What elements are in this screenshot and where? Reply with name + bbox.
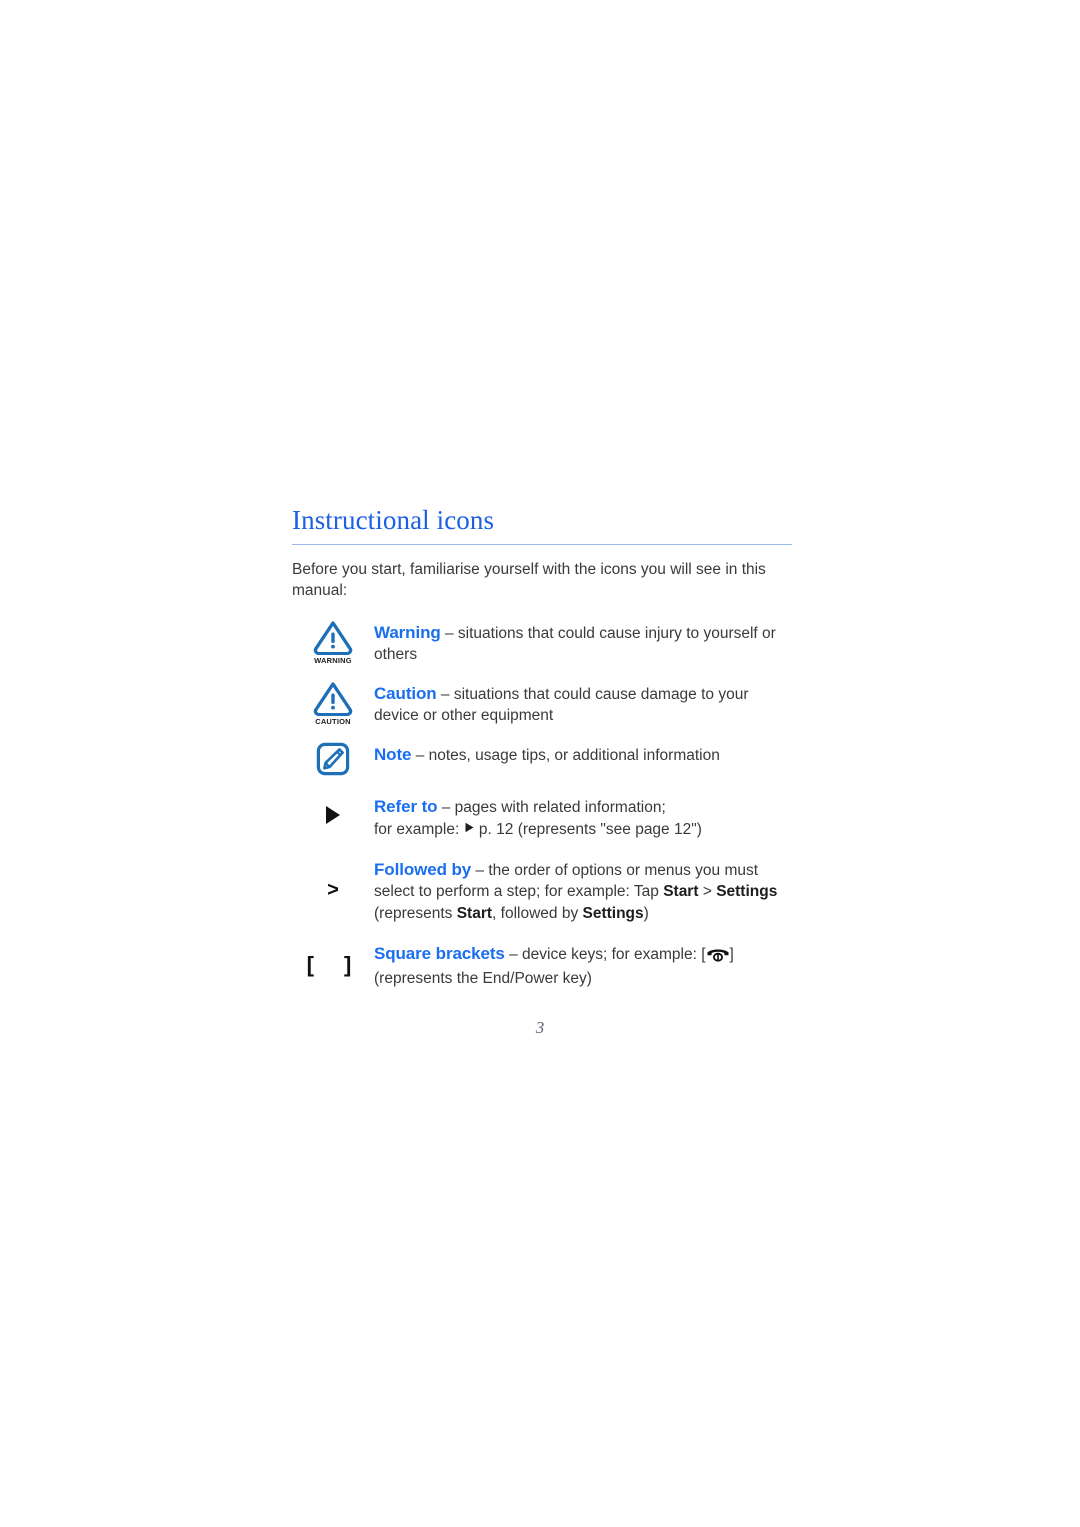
square-brackets-icon: [ ] xyxy=(306,951,364,977)
legend-row-warning: WARNING Warning – situations that could … xyxy=(292,620,792,665)
icon-cell-square-brackets: [ ] xyxy=(292,951,374,977)
dash-followed-by: – xyxy=(471,862,489,880)
followed-by-line2-prefix: select to perform a step; for example: T… xyxy=(374,883,664,901)
legend-row-refer-to: Refer to – pages with related informatio… xyxy=(292,794,792,840)
page-content: Instructional icons Before you start, fa… xyxy=(292,505,792,989)
title-divider xyxy=(292,544,792,546)
keyword-square-brackets: Square brackets xyxy=(374,943,505,963)
dash-caution: – xyxy=(436,685,454,703)
keyword-caution: Caution xyxy=(374,683,437,703)
followed-by-line3-suffix: ) xyxy=(643,904,649,922)
legend-row-square-brackets: [ ] Square brackets – device keys; for e… xyxy=(292,941,792,989)
description-square-brackets: device keys; for example: [ xyxy=(522,945,706,963)
play-triangle-icon xyxy=(323,804,343,831)
caution-triangle-icon: CAUTION xyxy=(313,681,353,726)
legend-text-followed-by: Followed by – the order of options or me… xyxy=(374,857,792,923)
followed-by-line3-bold-start: Start xyxy=(456,904,493,922)
dash-refer-to: – xyxy=(437,799,455,817)
dash-note: – xyxy=(411,747,429,765)
description-note: notes, usage tips, or additional informa… xyxy=(428,747,720,765)
keyword-followed-by: Followed by xyxy=(374,860,472,880)
refer-to-example-suffix: p. 12 (represents "see page 12") xyxy=(474,821,702,839)
dash-warning: – xyxy=(440,624,458,642)
icon-cell-warning: WARNING xyxy=(292,620,374,665)
keyword-refer-to: Refer to xyxy=(374,797,438,817)
note-pencil-icon xyxy=(316,742,350,776)
followed-by-line2-bold-start: Start xyxy=(663,883,699,901)
description-refer-to: pages with related information; xyxy=(454,799,666,817)
legend-text-note: Note – notes, usage tips, or additional … xyxy=(374,742,792,766)
followed-by-line3-prefix: (represents xyxy=(374,904,457,922)
warning-icon-label: WARNING xyxy=(314,655,352,665)
legend-text-refer-to: Refer to – pages with related informatio… xyxy=(374,794,792,840)
legend-row-note: Note – notes, usage tips, or additional … xyxy=(292,742,792,776)
description-square-brackets-tail: ] xyxy=(729,945,734,963)
inline-play-triangle-icon xyxy=(464,820,475,837)
greater-than-icon: > xyxy=(327,879,339,902)
keyword-warning: Warning xyxy=(374,622,441,642)
followed-by-line3-mid: , followed by xyxy=(492,904,583,922)
keyword-note: Note xyxy=(374,745,412,765)
icon-cell-refer-to xyxy=(292,804,374,831)
legend-row-followed-by: > Followed by – the order of options or … xyxy=(292,857,792,923)
followed-by-line3-bold-settings: Settings xyxy=(582,904,644,922)
legend-text-warning: Warning – situations that could cause in… xyxy=(374,620,792,665)
page-number: 3 xyxy=(535,1018,545,1037)
caution-icon-label: CAUTION xyxy=(315,717,351,727)
followed-by-line2-bold-settings: Settings xyxy=(716,883,778,901)
warning-triangle-icon: WARNING xyxy=(313,620,353,665)
end-power-key-icon xyxy=(706,947,730,968)
icon-cell-caution: CAUTION xyxy=(292,681,374,726)
legend-row-caution: CAUTION Caution – situations that could … xyxy=(292,681,792,726)
icon-cell-note xyxy=(292,742,374,776)
legend-text-square-brackets: Square brackets – device keys; for examp… xyxy=(374,941,792,989)
intro-paragraph: Before you start, familiarise yourself w… xyxy=(292,561,766,600)
page-title: Instructional icons xyxy=(292,505,495,535)
square-brackets-line2: (represents the End/Power key) xyxy=(374,969,592,987)
followed-by-line2-separator: > xyxy=(698,883,717,901)
description-followed-by: the order of options or menus you must xyxy=(488,862,759,880)
legend-text-caution: Caution – situations that could cause da… xyxy=(374,681,792,726)
refer-to-example-prefix: for example: xyxy=(374,821,464,839)
icon-cell-followed-by: > xyxy=(292,880,374,900)
dash-square-brackets: – xyxy=(504,945,523,963)
manual-page: Instructional icons Before you start, fa… xyxy=(0,0,1080,1527)
